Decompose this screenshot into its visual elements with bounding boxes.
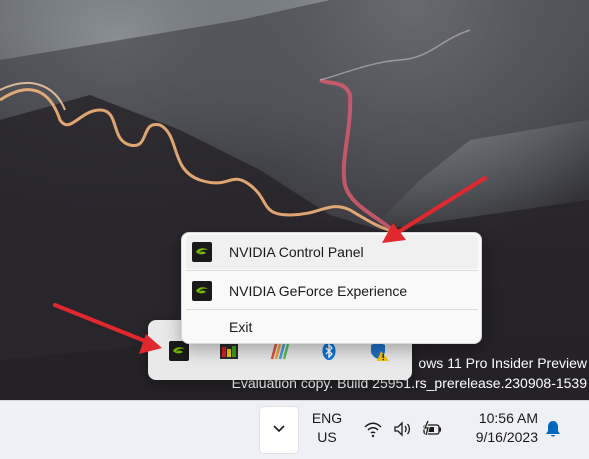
menu-item-label: NVIDIA GeForce Experience — [229, 283, 408, 299]
language-code: ENG — [311, 410, 343, 426]
menu-item-exit[interactable]: Exit — [186, 310, 478, 344]
language-indicator[interactable]: ENG US — [308, 409, 346, 447]
clock-date: 9/16/2023 — [475, 429, 538, 445]
nvidia-icon — [190, 279, 214, 303]
windows-watermark-line1: ows 11 Pro Insider Preview — [418, 355, 587, 371]
wifi-icon[interactable] — [362, 418, 384, 440]
menu-item-nvidia-control-panel[interactable]: NVIDIA Control Panel — [186, 235, 478, 269]
nvidia-context-menu: NVIDIA Control Panel NVIDIA GeForce Expe… — [181, 232, 482, 344]
menu-item-label: NVIDIA Control Panel — [229, 244, 364, 260]
keyboard-region: US — [317, 429, 337, 445]
clock-time: 10:56 AM — [478, 410, 538, 426]
menu-item-nvidia-geforce-experience[interactable]: NVIDIA GeForce Experience — [186, 274, 478, 308]
system-clock[interactable]: 10:56 AM 9/16/2023 — [458, 409, 538, 447]
menu-item-label: Exit — [229, 319, 253, 335]
nvidia-icon — [190, 240, 214, 264]
speaker-icon[interactable] — [391, 418, 413, 440]
taskbar: ENG US 10:56 AM 9/16/2023 — [0, 400, 589, 459]
show-hidden-icons-button[interactable] — [259, 406, 299, 454]
notification-bell-icon[interactable] — [542, 418, 564, 440]
battery-charging-icon[interactable] — [421, 418, 443, 440]
menu-divider — [186, 270, 478, 271]
chevron-up-icon — [272, 421, 286, 439]
